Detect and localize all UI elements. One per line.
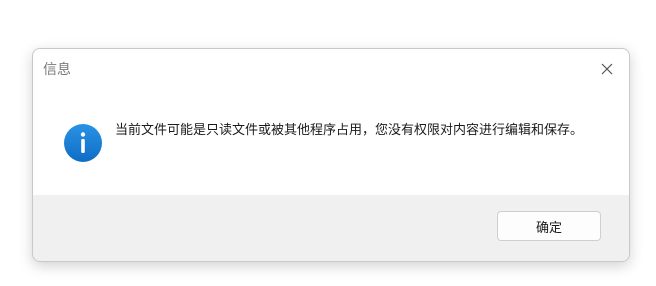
dialog-content: 当前文件可能是只读文件或被其他程序占用，您没有权限对内容进行编辑和保存。 <box>33 89 629 197</box>
dialog-message: 当前文件可能是只读文件或被其他程序占用，您没有权限对内容进行编辑和保存。 <box>115 123 584 138</box>
dialog-footer: 确定 <box>33 195 629 261</box>
close-button[interactable] <box>595 57 619 81</box>
info-dialog: 信息 当前文件可能是只读文件或被其他程序占用，您没有权限对内容进行编辑和保存。 … <box>32 48 630 262</box>
info-icon <box>64 124 102 162</box>
dialog-title: 信息 <box>43 62 71 78</box>
ok-button[interactable]: 确定 <box>497 211 601 241</box>
dialog-titlebar: 信息 <box>33 49 629 89</box>
close-icon <box>601 63 613 75</box>
